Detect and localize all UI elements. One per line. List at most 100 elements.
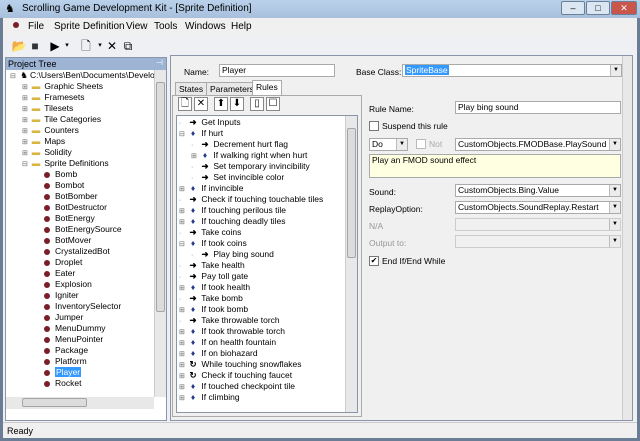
tree-sprite[interactable]: BotMover <box>10 235 154 246</box>
document-icon[interactable] <box>13 22 19 28</box>
rule-item[interactable]: · ➜ Take bomb <box>179 293 344 304</box>
rule-item[interactable]: · ➜ Set invincible color <box>179 172 344 183</box>
tree-sprite[interactable]: Explosion <box>10 279 154 290</box>
tree-folder[interactable]: ⊞ ▬ Counters <box>10 125 154 136</box>
delete-icon[interactable]: ✕ <box>104 38 120 54</box>
tree-sprite[interactable]: Bombot <box>10 180 154 191</box>
rule-item[interactable]: ⊟ ♦ If took coins <box>179 238 344 249</box>
base-class-select[interactable]: SpriteBase ▼ <box>402 64 622 77</box>
rule-item[interactable]: · ➜ Take coins <box>179 227 344 238</box>
tree-sprite[interactable]: CrystalizedBot <box>10 246 154 257</box>
if-condition-icon: ♦ <box>190 381 196 391</box>
tree-sprite[interactable]: Droplet <box>10 257 154 268</box>
tab-states[interactable]: States <box>175 82 208 95</box>
tab-rules[interactable]: Rules <box>252 80 282 95</box>
rule-item[interactable]: ⊞ ♦ If took throwable torch <box>179 326 344 337</box>
toggle-icon[interactable]: ▯ <box>250 97 264 111</box>
tree-folder[interactable]: ⊞ ▬ Tile Categories <box>10 114 154 125</box>
rule-item[interactable]: · ➜ Check if touching touchable tiles <box>179 194 344 205</box>
minimize-button[interactable]: – <box>561 1 585 15</box>
rule-item[interactable]: · ➜ Get Inputs <box>179 117 344 128</box>
rule-item[interactable]: · ➜ Take health <box>179 260 344 271</box>
param-select[interactable]: CustomObjects.SoundReplay.Restart ▼ <box>455 201 621 214</box>
menu-help[interactable]: Help <box>231 21 252 32</box>
window-scrollbar[interactable] <box>622 56 632 420</box>
tree-sprite[interactable]: Igniter <box>10 290 154 301</box>
collapse-icon[interactable]: ☐ <box>266 97 280 111</box>
sprite-icon <box>44 182 50 189</box>
h-scroll-thumb[interactable] <box>22 398 87 407</box>
tree-sprite[interactable]: Jumper <box>10 312 154 323</box>
move-up-icon[interactable]: ⬆ <box>214 97 228 111</box>
rule-item[interactable]: ⊞ ↻ Check if touching faucet <box>179 370 344 381</box>
tree-sprite[interactable]: BotEnergy <box>10 213 154 224</box>
tree-sprite[interactable]: Player <box>10 367 154 378</box>
new-rule-icon[interactable]: 🗋 <box>178 97 192 111</box>
rule-item[interactable]: · ➜ Pay toll gate <box>179 271 344 282</box>
menu-bar: File Sprite Definition View Tools Window… <box>3 18 637 35</box>
action-arrow-icon: ➜ <box>201 161 209 171</box>
rule-item[interactable]: ⊞ ♦ If touching perilous tile <box>179 205 344 216</box>
rule-item[interactable]: ⊞ ♦ If invincible <box>179 183 344 194</box>
open-icon[interactable]: 📂 <box>11 38 27 54</box>
rule-item[interactable]: ⊞ ♦ If climbing <box>179 392 344 403</box>
menu-windows[interactable]: Windows <box>185 21 226 32</box>
tree-sprite[interactable]: BotDestructor <box>10 202 154 213</box>
save-icon[interactable]: ■ <box>27 38 43 54</box>
tab-parameters[interactable]: Parameters <box>206 82 258 95</box>
tree-sprite[interactable]: Eater <box>10 268 154 279</box>
tree-folder[interactable]: ⊞ ▬ Graphic Sheets <box>10 81 154 92</box>
menu-sprite-definition[interactable]: Sprite Definition <box>54 21 125 32</box>
menu-view[interactable]: View <box>126 21 148 32</box>
rule-item[interactable]: ⊞ ♦ If on biohazard <box>179 348 344 359</box>
move-down-icon[interactable]: ⬇ <box>230 97 244 111</box>
tree-folder[interactable]: ⊞ ▬ Maps <box>10 136 154 147</box>
tree-sprite[interactable]: MenuPointer <box>10 334 154 345</box>
tree-folder[interactable]: ⊟ ▬ Sprite Definitions <box>10 158 154 169</box>
rule-item[interactable]: · ➜ Take throwable torch <box>179 315 344 326</box>
rules-scrollbar[interactable] <box>345 116 357 412</box>
tree-sprite[interactable]: BotEnergySource <box>10 224 154 235</box>
tree-folder[interactable]: ⊞ ▬ Framesets <box>10 92 154 103</box>
tree-sprite[interactable]: MenuDummy <box>10 323 154 334</box>
delete-rule-icon[interactable]: ✕ <box>194 97 208 111</box>
rule-item[interactable]: · ➜ Decrement hurt flag <box>179 139 344 150</box>
run-dropdown-icon[interactable]: ▾ <box>59 38 75 54</box>
rule-item[interactable]: · ➜ Play bing sound <box>179 249 344 260</box>
end-if-checkbox[interactable]: ✔ <box>369 256 379 266</box>
rule-item[interactable]: ⊞ ♦ If on health fountain <box>179 337 344 348</box>
tree-sprite[interactable]: Bomb <box>10 169 154 180</box>
tree-sprite[interactable]: Platform <box>10 356 154 367</box>
menu-tools[interactable]: Tools <box>154 21 177 32</box>
tree-sprite[interactable]: InventorySelector <box>10 301 154 312</box>
tree-root[interactable]: ⊟ ♞ C:\Users\Ben\Documents\Develo <box>10 70 155 81</box>
tree-vertical-scrollbar[interactable] <box>154 70 166 397</box>
rule-item[interactable]: ⊞ ♦ If took bomb <box>179 304 344 315</box>
rule-item[interactable]: ⊞ ♦ If took health <box>179 282 344 293</box>
tree-folder[interactable]: ⊞ ▬ Solidity <box>10 147 154 158</box>
rule-item[interactable]: ⊞ ♦ If touched checkpoint tile <box>179 381 344 392</box>
scroll-thumb[interactable] <box>156 82 165 312</box>
tree-sprite[interactable]: Package <box>10 345 154 356</box>
close-button[interactable]: ✕ <box>611 1 637 15</box>
pin-icon[interactable]: ⊣ <box>156 58 163 67</box>
tree-sprite[interactable]: BotBomber <box>10 191 154 202</box>
name-input[interactable]: Player <box>219 64 335 77</box>
tree-horizontal-scrollbar[interactable] <box>6 397 154 409</box>
rule-item[interactable]: ⊞ ♦ If walking right when hurt <box>179 150 344 161</box>
rule-item[interactable]: ⊞ ♦ If touching deadly tiles <box>179 216 344 227</box>
rule-item[interactable]: ⊟ ♦ If hurt <box>179 128 344 139</box>
maximize-button[interactable]: □ <box>586 1 610 15</box>
function-select[interactable]: CustomObjects.FMODBase.PlaySound ▼ <box>455 138 621 151</box>
param-select[interactable]: CustomObjects.Bing.Value ▼ <box>455 184 621 197</box>
tree-sprite[interactable]: Rocket <box>10 378 154 389</box>
menu-file[interactable]: File <box>28 21 44 32</box>
rules-scroll-thumb[interactable] <box>347 128 356 258</box>
suspend-checkbox[interactable] <box>369 121 379 131</box>
rule-item[interactable]: ⊞ ↻ While touching snowflakes <box>179 359 344 370</box>
tree-folder[interactable]: ⊞ ▬ Tilesets <box>10 103 154 114</box>
rule-type-select[interactable]: Do ▼ <box>369 138 408 151</box>
properties-icon[interactable]: ⧉ <box>120 38 136 54</box>
rule-name-input[interactable]: Play bing sound <box>455 101 621 114</box>
rule-item[interactable]: · ➜ Set temporary invincibility <box>179 161 344 172</box>
